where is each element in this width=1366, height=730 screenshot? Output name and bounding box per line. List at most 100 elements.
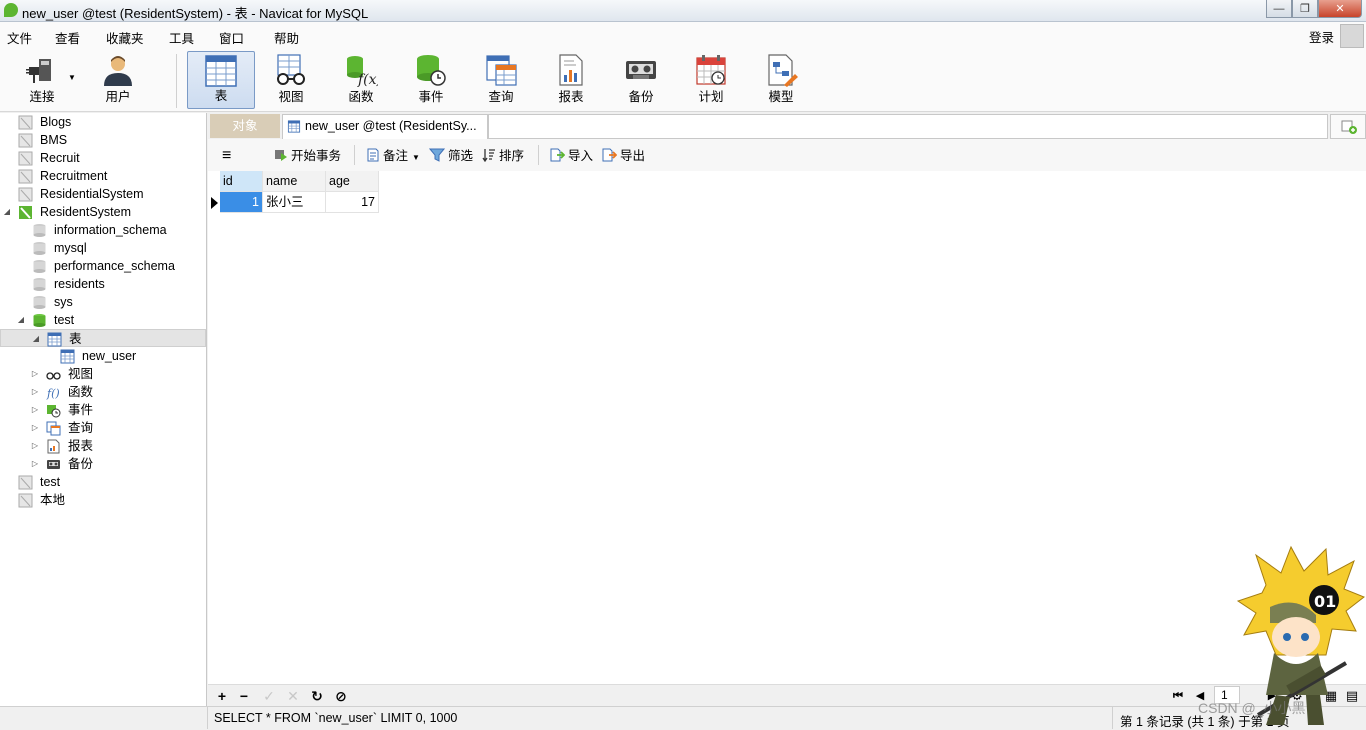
toolbar-model-button[interactable]: 模型 xyxy=(747,51,815,109)
tree-db-mysql[interactable]: mysql xyxy=(0,239,206,257)
tree-reports-folder[interactable]: ▷ 报表 xyxy=(0,437,206,455)
tree-connection-residentsystem[interactable]: ◢ ResidentSystem xyxy=(0,203,206,221)
tree-views-folder[interactable]: ▷ 视图 xyxy=(0,365,206,383)
close-button[interactable]: ✕ xyxy=(1318,0,1362,18)
discard-changes-button[interactable]: ✕ xyxy=(285,688,301,704)
menu-view[interactable]: 查看 xyxy=(55,28,80,47)
tree-label: residents xyxy=(54,277,105,291)
collapsed-arrow-icon[interactable]: ▷ xyxy=(30,419,40,437)
toolbar-query-button[interactable]: 查询 xyxy=(467,51,535,109)
tree-connection-recruitment[interactable]: Recruitment xyxy=(0,167,206,185)
column-header-name[interactable]: name xyxy=(263,171,326,192)
tree-connection-bms[interactable]: BMS xyxy=(0,131,206,149)
tree-db-residents[interactable]: residents xyxy=(0,275,206,293)
tab-objects[interactable]: 对象 xyxy=(210,114,280,138)
first-page-button[interactable]: ⏮ xyxy=(1170,688,1186,704)
toolbar-event-button[interactable]: 事件 xyxy=(397,51,465,109)
collapsed-arrow-icon[interactable]: ▷ xyxy=(30,365,40,383)
tree-label: ResidentSystem xyxy=(40,205,132,219)
expanded-arrow-icon[interactable]: ◢ xyxy=(31,330,41,348)
menu-favorites[interactable]: 收藏夹 xyxy=(106,28,144,47)
menu-tools[interactable]: 工具 xyxy=(169,28,194,47)
table-icon xyxy=(60,349,75,364)
event-icon xyxy=(417,55,446,86)
collapsed-arrow-icon[interactable]: ▷ xyxy=(30,437,40,455)
connection-icon xyxy=(26,59,51,83)
collapsed-arrow-icon[interactable]: ▷ xyxy=(30,383,40,401)
table-cell-age[interactable]: 17 xyxy=(326,192,379,213)
watermark-text: CSDN @_小小黑 xyxy=(1198,700,1306,716)
tree-connection-local[interactable]: 本地 xyxy=(0,491,206,509)
tree-connection-recruit[interactable]: Recruit xyxy=(0,149,206,167)
note-icon xyxy=(367,148,379,162)
tree-queries-folder[interactable]: ▷ 查询 xyxy=(0,419,206,437)
tree-connection-blogs[interactable]: Blogs xyxy=(0,113,206,131)
dropdown-arrow-icon[interactable]: ▼ xyxy=(68,73,76,82)
menu-help[interactable]: 帮助 xyxy=(274,28,299,47)
toolbar-label: 查询 xyxy=(488,90,514,104)
tree-backups-folder[interactable]: ▷ 备份 xyxy=(0,455,206,473)
tree-label: 本地 xyxy=(40,493,66,507)
add-table-icon xyxy=(1341,120,1357,134)
tab-bar: 对象 new_user @test (ResidentSy... xyxy=(208,113,1366,139)
collapsed-arrow-icon[interactable]: ▷ xyxy=(30,401,40,419)
export-button[interactable]: 导出 xyxy=(601,147,645,165)
toolbar-user-button[interactable]: 用户 xyxy=(84,51,152,109)
connection-gray-icon xyxy=(18,133,33,148)
tree-label: test xyxy=(54,313,75,327)
minimize-button[interactable]: — xyxy=(1266,0,1292,18)
stop-button[interactable]: ⊘ xyxy=(333,688,349,704)
hamburger-menu-button[interactable]: ≡ xyxy=(222,147,231,165)
window-controls: — ❐ ✕ xyxy=(1266,0,1362,18)
tab-new-user[interactable]: new_user @test (ResidentSy... xyxy=(282,114,488,139)
maximize-button[interactable]: ❐ xyxy=(1292,0,1318,18)
table-cell-name[interactable]: 张小三 xyxy=(263,192,326,213)
apply-changes-button[interactable]: ✓ xyxy=(261,688,277,704)
toolbar-view-button[interactable]: 视图 xyxy=(257,51,325,109)
collapsed-arrow-icon[interactable]: ▷ xyxy=(30,455,40,473)
toolbar-table-button[interactable]: 表 xyxy=(187,51,255,109)
user-icon xyxy=(104,56,132,86)
login-link[interactable]: 登录 xyxy=(1309,27,1334,46)
database-gray-icon xyxy=(33,242,46,255)
refresh-button[interactable]: ↻ xyxy=(309,688,325,704)
import-button[interactable]: 导入 xyxy=(549,147,593,165)
delete-record-button[interactable]: − xyxy=(236,688,252,704)
table-cell-id[interactable]: 1 xyxy=(220,192,263,213)
new-tab-button[interactable] xyxy=(1330,114,1366,139)
begin-transaction-button[interactable]: 开始事务 xyxy=(274,147,341,165)
menu-window[interactable]: 窗口 xyxy=(219,28,244,47)
tree-db-test[interactable]: ◢ test xyxy=(0,311,206,329)
toolbar-label: 表 xyxy=(214,89,228,103)
backup-icon xyxy=(626,61,656,79)
toolbar-function-button[interactable]: f(x) 函数 xyxy=(327,51,395,109)
tree-tables-folder[interactable]: ◢ 表 xyxy=(0,329,206,347)
toolbar-backup-button[interactable]: 备份 xyxy=(607,51,675,109)
column-header-age[interactable]: age xyxy=(326,171,379,192)
note-button[interactable]: 备注 ▼ xyxy=(366,147,420,165)
expanded-arrow-icon[interactable]: ◢ xyxy=(2,203,12,221)
menu-file[interactable]: 文件 xyxy=(7,28,32,47)
filter-button[interactable]: 筛选 xyxy=(429,147,473,165)
toolbar-report-button[interactable]: 报表 xyxy=(537,51,605,109)
tree-table-new-user[interactable]: new_user xyxy=(0,347,206,365)
sort-button[interactable]: 排序 xyxy=(482,147,524,165)
expanded-arrow-icon[interactable]: ◢ xyxy=(16,311,26,329)
tree-db-performance-schema[interactable]: performance_schema xyxy=(0,257,206,275)
dropdown-arrow-icon[interactable]: ▼ xyxy=(412,153,420,162)
tree-db-information-schema[interactable]: information_schema xyxy=(0,221,206,239)
connection-gray-icon xyxy=(18,475,33,490)
tree-db-sys[interactable]: sys xyxy=(0,293,206,311)
tree-connection-residentialsystem[interactable]: ResidentialSystem xyxy=(0,185,206,203)
toolbar-schedule-button[interactable]: 计划 xyxy=(677,51,745,109)
tree-connection-test[interactable]: test xyxy=(0,473,206,491)
record-toolbar: + − ✓ ✕ ↻ ⊘ ⏮ ◀ ▶ ⚙ ▦ ▤ xyxy=(208,684,1366,706)
account-avatar[interactable] xyxy=(1340,24,1364,48)
main-toolbar: 连接 ▼ 用户 表 视图 f(x) 函数 xyxy=(0,48,1366,112)
tree-label: BMS xyxy=(40,133,68,147)
toolbar-connection-button[interactable]: 连接 ▼ xyxy=(8,51,76,109)
tree-functions-folder[interactable]: ▷ f() 函数 xyxy=(0,383,206,401)
tree-events-folder[interactable]: ▷ 事件 xyxy=(0,401,206,419)
add-record-button[interactable]: + xyxy=(214,688,230,704)
column-header-id[interactable]: id xyxy=(220,171,263,192)
